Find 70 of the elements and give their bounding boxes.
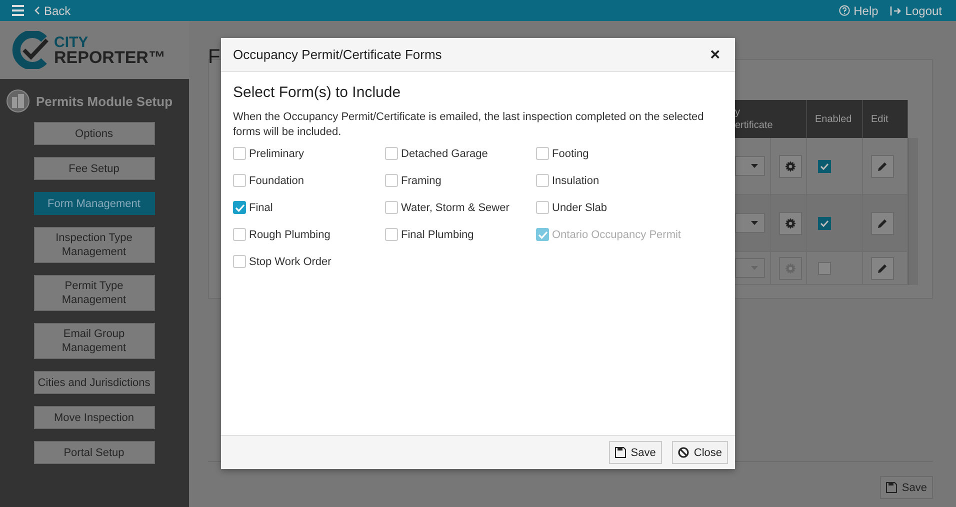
logout-link[interactable]: Logout — [890, 4, 942, 18]
checkbox-label: Framing — [401, 174, 442, 186]
column-header: Enabled — [815, 112, 852, 126]
description-text: When the Occupancy Permit/Certificate is emailed, the last inspection completed on the selected forms will be included. — [233, 110, 705, 140]
checkbox-label: Detached Garage — [401, 148, 488, 160]
edit-button[interactable] — [871, 256, 894, 280]
ban-icon — [678, 447, 689, 458]
logout-icon — [890, 6, 902, 16]
sidebar-item[interactable]: Email Group Management — [34, 323, 154, 359]
sidebar-item[interactable]: Inspection Type Management — [34, 227, 154, 263]
sidebar-item[interactable]: Options — [34, 122, 154, 145]
settings-icon — [785, 262, 796, 274]
chevron-left-icon — [34, 6, 40, 15]
checkbox[interactable] — [233, 201, 246, 214]
pencil-icon — [877, 262, 888, 274]
sidebar-item[interactable]: Portal Setup — [34, 441, 154, 464]
save-button[interactable]: Save — [880, 476, 933, 499]
pencil-icon — [877, 160, 888, 172]
building-icon — [6, 89, 30, 113]
checkbox-label: Rough Plumbing — [249, 228, 330, 240]
caret-icon — [751, 164, 758, 168]
column-header: Edit — [871, 112, 888, 126]
sidebar-item[interactable]: Move Inspection — [34, 406, 154, 429]
close-button[interactable]: × — [707, 46, 723, 62]
save-button[interactable]: Save — [608, 441, 662, 464]
logo-text: CITY — [54, 35, 90, 50]
help-link[interactable]: Help — [838, 4, 878, 18]
edit-button[interactable] — [871, 212, 894, 234]
check-icon — [538, 230, 548, 238]
check-icon — [820, 220, 829, 226]
checkbox-label: Water, Storm & Sewer — [401, 202, 510, 214]
checkbox-label: Ontario Occupancy Permit — [552, 228, 681, 240]
checkbox-label: Under Slab — [552, 202, 608, 214]
sidebar-item[interactable]: Permit Type Management — [34, 275, 154, 311]
checkbox-label: Final — [249, 202, 273, 214]
sidebar-title: Permits Module Setup — [36, 94, 173, 108]
column-header: y ertificate — [735, 106, 773, 132]
dropdown[interactable] — [735, 213, 765, 233]
checkbox[interactable] — [818, 216, 831, 230]
checkbox[interactable] — [818, 160, 831, 172]
sidebar-item[interactable]: Form Management — [34, 192, 154, 215]
dropdown[interactable] — [735, 156, 765, 176]
checkbox-label: Preliminary — [249, 148, 304, 160]
page-heading: F — [208, 45, 220, 70]
close-button[interactable]: Close — [672, 441, 728, 464]
sidebar-item[interactable]: Fee Setup — [34, 157, 154, 180]
menu-icon[interactable] — [12, 5, 24, 16]
check-icon — [234, 204, 244, 212]
pencil-icon — [877, 218, 888, 228]
back-link[interactable]: Back — [34, 4, 71, 18]
checkbox-label: Insulation — [552, 174, 600, 186]
settings-icon — [785, 160, 796, 172]
dialog-title: Occupancy Permit/Certificate Forms — [233, 47, 442, 62]
check-icon — [820, 162, 829, 170]
checkbox-label: Final Plumbing — [401, 228, 474, 240]
checkbox-label: Foundation — [249, 174, 304, 186]
help-icon — [838, 5, 850, 16]
dialog-heading: Select Form(s) to Include — [233, 84, 402, 101]
settings-button[interactable] — [779, 154, 802, 178]
checkbox-label: Stop Work Order — [249, 256, 332, 268]
checkbox-label: Footing — [552, 148, 589, 160]
save-icon — [614, 447, 626, 458]
sidebar-item[interactable]: Cities and Jurisdictions — [34, 371, 154, 394]
scrollbar[interactable] — [908, 138, 918, 285]
logo-text: REPORTER™ — [54, 50, 166, 65]
settings-icon — [785, 218, 796, 228]
caret-icon — [751, 221, 758, 225]
save-icon — [886, 482, 897, 493]
settings-button[interactable] — [779, 212, 802, 234]
edit-button[interactable] — [871, 154, 894, 178]
